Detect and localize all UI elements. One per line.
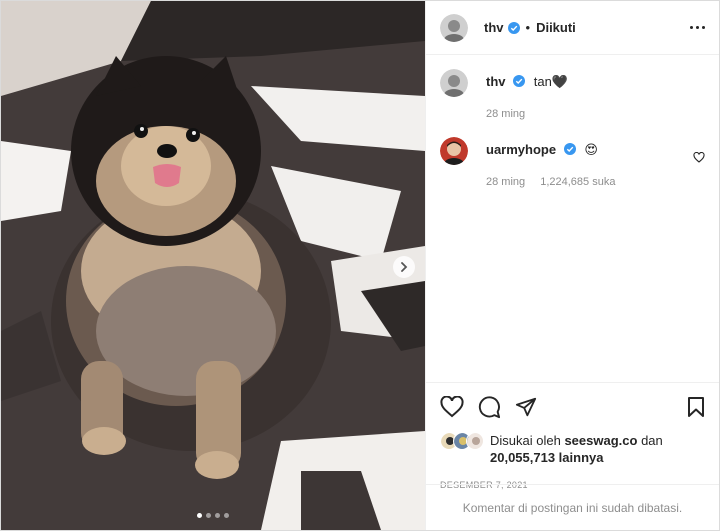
avatar-uarmyhope-image (440, 137, 468, 165)
more-horizontal-icon (690, 26, 693, 29)
dog-photo (1, 1, 425, 530)
likes-summary: Disukai oleh seeswag.co dan 20,055,713 l… (440, 432, 705, 466)
like-button[interactable] (440, 396, 464, 418)
comment-time[interactable]: 28 ming (486, 108, 525, 120)
post-photo[interactable] (1, 1, 425, 530)
avatar-thv-image (440, 69, 468, 97)
post-actions: Disukai oleh seeswag.co dan 20,055,713 l… (426, 382, 719, 490)
carousel-dot (224, 513, 229, 518)
comment-item: thv tan🖤 28 ming (440, 69, 705, 123)
verified-badge-icon (563, 143, 576, 155)
likes-user-link[interactable]: seeswag.co (564, 433, 637, 448)
avatar-thv-image (440, 13, 468, 42)
carousel-dot (197, 513, 202, 518)
comment-like-count[interactable]: 1,224,685 suka (540, 176, 615, 188)
comment-time[interactable]: 28 ming (486, 176, 525, 188)
save-button[interactable] (687, 396, 705, 418)
likes-prefix: Disukai oleh (490, 433, 561, 448)
comment-username[interactable]: uarmyhope (486, 142, 556, 157)
carousel-dot (206, 513, 211, 518)
carousel-indicator (1, 513, 425, 518)
likes-count-link[interactable]: 20,055,713 lainnya (490, 450, 603, 465)
comments-limited-notice: Komentar di postingan ini sudah dibatasi… (426, 484, 719, 530)
action-icons (440, 395, 705, 419)
liker-avatar[interactable] (466, 432, 484, 450)
liker-avatars (440, 432, 484, 450)
post-header: thv • Diikuti (426, 1, 719, 55)
comments-list: thv tan🖤 28 ming uarmyhope 😍 28 ming 1,2… (426, 55, 719, 219)
comment-text: 😍 (584, 142, 598, 157)
bookmark-icon (688, 397, 704, 417)
more-options-button[interactable] (690, 26, 705, 29)
likes-conj: dan (641, 433, 663, 448)
share-icon (515, 397, 537, 417)
chevron-right-icon (401, 262, 408, 272)
post-dialog: thv • Diikuti thv tan🖤 28 ming uarmyhope… (0, 0, 720, 531)
verified-badge-icon (507, 21, 520, 34)
carousel-dot (215, 513, 220, 518)
author-avatar[interactable] (440, 13, 468, 42)
follow-status-button[interactable]: Diikuti (536, 20, 576, 35)
comment-like-button[interactable] (693, 150, 705, 191)
comment-avatar[interactable] (440, 137, 468, 165)
comment-icon (478, 395, 501, 418)
author-username[interactable]: thv (484, 20, 504, 35)
comment-avatar[interactable] (440, 69, 468, 97)
verified-badge-icon (513, 75, 526, 87)
comment-item: uarmyhope 😍 28 ming 1,224,685 suka (440, 137, 705, 191)
header-separator: • (525, 20, 531, 35)
comment-text: tan🖤 (533, 74, 569, 89)
next-photo-button[interactable] (393, 256, 415, 278)
heart-icon (693, 151, 705, 163)
comment-username[interactable]: thv (486, 74, 506, 89)
post-side-panel: thv • Diikuti thv tan🖤 28 ming uarmyhope… (425, 1, 719, 530)
heart-icon (440, 396, 464, 418)
comment-button[interactable] (478, 395, 501, 419)
share-button[interactable] (515, 396, 537, 418)
